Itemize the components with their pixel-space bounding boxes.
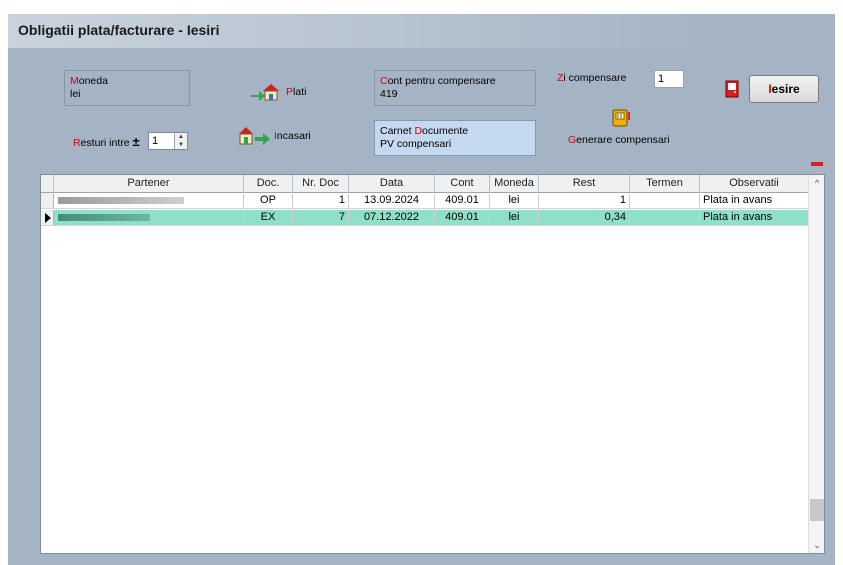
cell-nr-doc: 1 <box>293 193 349 209</box>
cell-data: 07.12.2022 <box>349 210 435 226</box>
cont-compensare-box[interactable]: Cont pentru compensare 419 <box>374 70 536 106</box>
resturi-spinner[interactable]: 1 ▲ ▼ <box>148 132 188 150</box>
cell-nr-doc: 7 <box>293 210 349 226</box>
cell-partener <box>54 193 244 209</box>
vertical-scrollbar[interactable]: ^ ⌄ <box>808 175 824 553</box>
moneda-value: lei <box>70 88 81 100</box>
header-moneda[interactable]: Moneda <box>490 175 539 193</box>
header-observatii[interactable]: Observatii <box>700 175 809 193</box>
iesire-button[interactable]: Iesire <box>749 75 819 103</box>
row-indicator <box>41 193 54 208</box>
plati-button[interactable]: Plati <box>249 81 306 103</box>
cell-doc: OP <box>244 193 293 209</box>
door-exit-icon <box>725 80 739 98</box>
cell-data: 13.09.2024 <box>349 193 435 209</box>
cell-rest: 1 <box>539 193 630 209</box>
compensation-machine-icon <box>612 109 630 127</box>
carnet-label: Carnet Documente <box>380 125 469 137</box>
scroll-up-icon[interactable]: ^ <box>809 175 825 191</box>
cell-termen <box>630 193 700 209</box>
houses-payment-icon <box>251 84 279 101</box>
scroll-down-icon[interactable]: ⌄ <box>809 537 825 553</box>
header-nr-doc[interactable]: Nr. Doc <box>293 175 349 193</box>
generare-label: Generare compensari <box>568 134 670 146</box>
cell-doc: EX <box>244 210 293 226</box>
cell-cont: 409.01 <box>435 210 490 226</box>
title-bar: Obligatii plata/facturare - Iesiri <box>8 14 714 48</box>
cell-cont: 409.01 <box>435 193 490 209</box>
moneda-label: Moneda <box>70 75 108 87</box>
row-pointer-icon <box>45 213 51 223</box>
resturi-value: 1 <box>152 135 159 147</box>
houses-receipt-icon <box>239 127 270 145</box>
table-row-selected[interactable]: EX 7 07.12.2022 409.01 lei 0,34 Plata in… <box>41 210 809 226</box>
cell-moneda: lei <box>490 210 539 226</box>
row-indicator <box>41 210 54 225</box>
table-row[interactable]: OP 1 13.09.2024 409.01 lei 1 Plata in av… <box>41 193 809 209</box>
cell-moneda: lei <box>490 193 539 209</box>
incasari-button[interactable]: Incasari <box>237 124 311 148</box>
cell-observatii: Plata in avans <box>700 210 809 226</box>
data-grid[interactable]: Partener Doc. Nr. Doc Data Cont Moneda R… <box>40 174 825 554</box>
header-data[interactable]: Data <box>349 175 435 193</box>
carnet-value: PV compensari <box>380 138 452 150</box>
header-cont[interactable]: Cont <box>435 175 490 193</box>
incasari-label: Incasari <box>274 130 311 142</box>
window-title: Obligatii plata/facturare - Iesiri <box>18 22 220 38</box>
cell-rest: 0,34 <box>539 210 630 226</box>
red-indicator <box>811 162 823 166</box>
cont-compensare-value: 419 <box>380 88 398 100</box>
plati-label: Plati <box>286 86 307 98</box>
spinner-arrows[interactable]: ▲ ▼ <box>174 133 187 149</box>
header-doc[interactable]: Doc. <box>244 175 293 193</box>
cell-partener <box>54 210 244 226</box>
header-rest[interactable]: Rest <box>539 175 630 193</box>
zi-compensare-label: Zi compensare <box>557 72 627 84</box>
cell-termen <box>630 210 700 226</box>
main-window: Obligatii plata/facturare - Iesiri Moned… <box>8 14 835 565</box>
generare-compensari-button[interactable]: Generare compensari <box>568 108 688 150</box>
carnet-documente-box[interactable]: Carnet Documente PV compensari <box>374 120 536 156</box>
scroll-thumb[interactable] <box>810 499 824 521</box>
header-partener[interactable]: Partener <box>54 175 244 193</box>
cont-compensare-label: Cont pentru compensare <box>380 75 496 87</box>
zi-compensare-input[interactable]: 1 <box>654 70 684 88</box>
grid-header: Partener Doc. Nr. Doc Data Cont Moneda R… <box>41 175 809 193</box>
header-termen[interactable]: Termen <box>630 175 700 193</box>
moneda-box[interactable]: Moneda lei <box>64 70 190 106</box>
cell-observatii: Plata in avans <box>700 193 809 209</box>
resturi-label: Resturi intre ± <box>73 134 140 149</box>
header-indicator <box>41 175 54 193</box>
